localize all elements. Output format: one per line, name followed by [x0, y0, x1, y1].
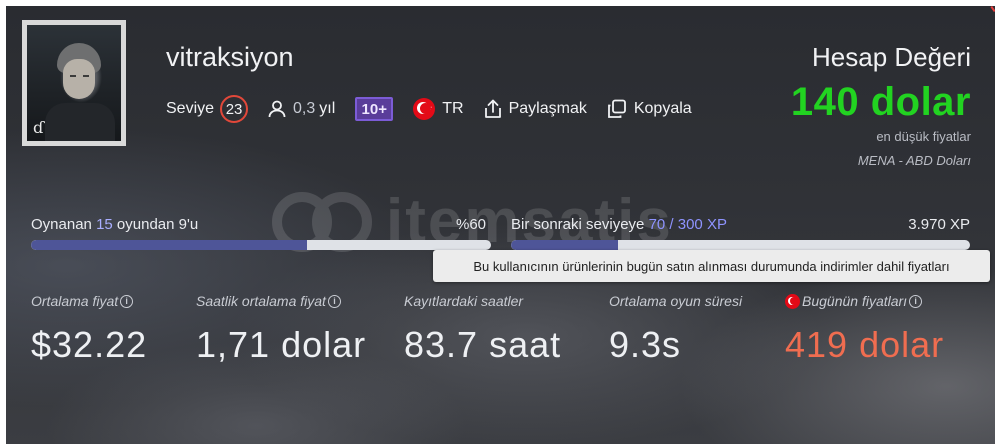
account-value-region: MENA - ABD Doları: [857, 153, 971, 168]
games-played: 9'u: [178, 216, 199, 233]
total-xp: 3.970 XP: [908, 216, 970, 233]
years-badge: 10+: [355, 97, 394, 121]
corner-mark: [989, 6, 995, 12]
share-label: Paylaşmak: [508, 100, 587, 117]
stat-value: 1,71 dolar: [196, 324, 367, 365]
xp-progress-label: Bir sonraki seviyeye 70 / 300 XP: [511, 216, 727, 233]
games-middle: oyundan: [116, 216, 175, 233]
games-progress-label: Oynanan 15 oyundan 9'u: [31, 216, 198, 233]
username: vitraksiyon: [166, 42, 294, 72]
stat-label: Saatlik ortalama fiyat: [196, 293, 326, 309]
stat-label-wrap: Kayıtlardaki saatler: [404, 292, 561, 310]
user-icon: [268, 100, 286, 118]
xp-value: 70 / 300 XP: [648, 216, 727, 233]
share-icon: [484, 99, 502, 119]
account-value-subtitle: en düşük fiyatlar: [876, 129, 971, 144]
stat-hourly-price: Saatlik ortalama fiyat i 1,71 dolar: [196, 292, 366, 366]
copy-button[interactable]: Kopyala: [607, 99, 692, 119]
account-value-title: Hesap Değeri: [812, 42, 971, 72]
xp-progress-fill: [511, 240, 618, 250]
stat-label-wrap: Ortalama fiyat i: [31, 292, 147, 310]
games-progress-fill: [31, 240, 307, 250]
stat-average-price: Ortalama fiyat i $32.22: [31, 292, 147, 366]
copy-icon: [607, 99, 627, 119]
level-indicator: Seviye 23: [166, 95, 249, 123]
stat-value: $32.22: [31, 324, 148, 365]
stat-label-wrap: Bugünün fiyatları i: [785, 292, 944, 310]
avatar-tag: ɗ: [33, 118, 44, 137]
games-percent: %60: [456, 216, 487, 233]
stat-label: Kayıtlardaki saatler: [404, 293, 524, 309]
country-code: TR: [442, 100, 464, 117]
account-age-unit: yıl: [319, 100, 336, 117]
info-icon[interactable]: i: [327, 294, 341, 308]
country: ★ TR: [413, 98, 464, 120]
avatar[interactable]: ɗ: [22, 20, 126, 146]
xp-progress-bar: [511, 240, 970, 250]
stat-label: Ortalama fiyat: [31, 293, 119, 309]
stat-label-wrap: Ortalama oyun süresi: [609, 292, 742, 310]
info-icon[interactable]: i: [909, 294, 923, 308]
price-tooltip: Bu kullanıcının ürünlerinin bugün satın …: [433, 250, 990, 282]
stat-todays-prices: Bugünün fiyatları i 419 dolar: [785, 292, 944, 366]
stat-label: Ortalama oyun süresi: [609, 293, 743, 309]
games-progress-bar: [31, 240, 491, 250]
games-total: 15: [96, 216, 113, 233]
level-badge: 23: [220, 95, 249, 123]
info-icon[interactable]: i: [120, 294, 134, 308]
stat-label: Bugünün fiyatları: [802, 293, 908, 309]
account-age-value: 0,3: [293, 100, 316, 117]
copy-label: Kopyala: [633, 100, 692, 117]
turkey-flag-icon: ★: [413, 98, 436, 120]
avatar-image: ɗ: [27, 25, 121, 141]
stat-recorded-hours: Kayıtlardaki saatler 83.7 saat: [404, 292, 561, 366]
badge-item: 10+: [355, 97, 394, 121]
profile-card: ɗ vitraksiyon Seviye 23 0,3 yıl 10+ ★ TR…: [6, 6, 995, 444]
stat-label-wrap: Saatlik ortalama fiyat i: [196, 292, 366, 310]
stat-value: 83.7 saat: [404, 324, 562, 365]
games-prefix: Oynanan: [31, 216, 92, 233]
stat-value: 419 dolar: [785, 324, 945, 365]
xp-label: Bir sonraki seviyeye: [511, 216, 645, 233]
share-button[interactable]: Paylaşmak: [484, 99, 587, 119]
level-label: Seviye: [166, 100, 215, 117]
account-age: 0,3 yıl: [268, 100, 335, 118]
stat-value: 9.3s: [609, 324, 682, 365]
turkey-flag-icon: [785, 293, 800, 309]
profile-meta: Seviye 23 0,3 yıl 10+ ★ TR Paylaşmak Kop…: [166, 94, 712, 124]
stat-average-playtime: Ortalama oyun süresi 9.3s: [609, 292, 742, 366]
account-value-amount: 140 dolar: [790, 80, 971, 124]
